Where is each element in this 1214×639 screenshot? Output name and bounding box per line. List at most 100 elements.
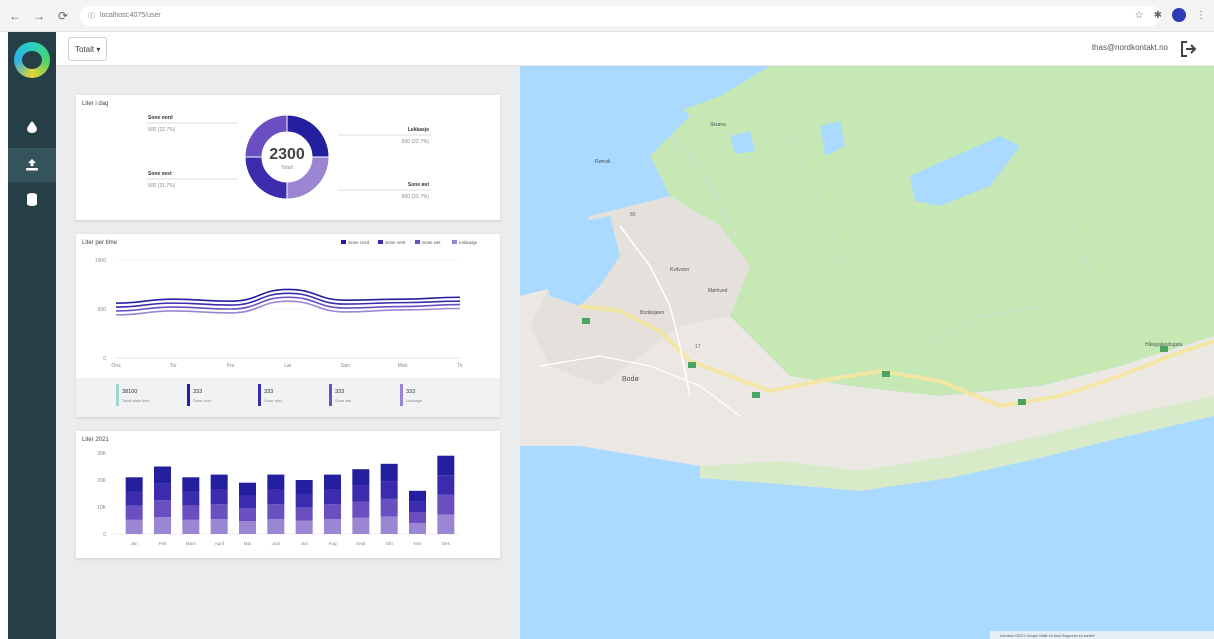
bar-segment[interactable] — [437, 475, 455, 495]
bar-segment[interactable] — [409, 512, 426, 524]
x-tick-label: April — [215, 541, 224, 546]
bar-segment[interactable] — [154, 500, 171, 518]
legend-swatch — [415, 240, 420, 244]
water-drop-icon[interactable] — [8, 110, 56, 144]
bar-segment[interactable] — [267, 504, 285, 520]
upload-icon[interactable] — [8, 148, 56, 182]
legend-label[interactable]: Sone nord — [348, 240, 370, 245]
app-logo[interactable] — [14, 42, 50, 78]
bar-segment[interactable] — [154, 466, 171, 484]
legend-label[interactable]: Sone øst — [422, 240, 441, 245]
x-tick-label: Jan — [130, 541, 138, 546]
bar-segment[interactable] — [380, 481, 398, 499]
donut-label: Sone vest — [148, 171, 172, 177]
bar-segment[interactable] — [380, 516, 398, 534]
extensions-icon[interactable]: ✱ — [1154, 10, 1162, 21]
bar-segment[interactable] — [324, 489, 341, 505]
bar-segment[interactable] — [182, 491, 200, 506]
map-label: Skrøva — [710, 122, 726, 128]
bar-segment[interactable] — [182, 505, 200, 520]
bar-segment[interactable] — [125, 505, 143, 520]
bar-segment[interactable] — [210, 489, 228, 505]
bar-segment[interactable] — [437, 455, 455, 476]
total-dropdown[interactable]: Totalt ▾ — [68, 37, 108, 61]
x-tick-label: Aug — [328, 541, 337, 546]
bar-segment[interactable] — [380, 463, 398, 482]
x-tick-label: Ons — [111, 363, 121, 369]
bar-segment[interactable] — [125, 519, 143, 534]
x-tick-label: Fre — [227, 363, 235, 369]
stat-label: Sone nord — [193, 398, 211, 403]
bar-segment[interactable] — [352, 469, 370, 486]
stat-value: 333 — [335, 389, 344, 395]
bar-segment[interactable] — [239, 495, 256, 509]
bar-segment[interactable] — [437, 494, 455, 515]
map-label: Kvitvann — [670, 267, 689, 273]
bar-segment[interactable] — [239, 482, 256, 496]
hourly-liters-card: Liter per time 1000 500 0 Ons Tor Fre Lør Sø… — [76, 234, 500, 417]
x-tick-label: Des — [442, 541, 451, 546]
bar-segment[interactable] — [324, 504, 341, 520]
bar-segment[interactable] — [182, 519, 200, 534]
bar-segment[interactable] — [295, 520, 313, 535]
database-icon[interactable] — [8, 182, 56, 216]
bar-segment[interactable] — [324, 519, 341, 534]
map-canvas[interactable]: Skrøva Rønvik Kvitvann Bodø Mørkved Bodø… — [520, 66, 1214, 639]
bar-segment[interactable] — [380, 498, 398, 517]
map-view[interactable]: Skrøva Rønvik Kvitvann Bodø Mørkved Bodø… — [520, 66, 1214, 639]
x-tick-label: Man — [398, 363, 408, 369]
bar-segment[interactable] — [295, 493, 313, 508]
bar-segment[interactable] — [352, 501, 370, 518]
bar-segment[interactable] — [125, 477, 143, 492]
x-tick-label: Lør — [284, 363, 292, 369]
bar-segment[interactable] — [210, 474, 228, 490]
x-tick-label: Juni — [272, 541, 280, 546]
logout-icon[interactable] — [1178, 38, 1200, 60]
bar-segment[interactable] — [267, 489, 285, 505]
bar-segment[interactable] — [295, 507, 313, 521]
bar-segment[interactable] — [239, 508, 256, 522]
profile-avatar[interactable] — [1172, 8, 1186, 22]
bookmark-star-icon[interactable]: ☆ — [1135, 10, 1144, 21]
legend-label[interactable]: Lekkasje — [459, 240, 478, 245]
bar-segment[interactable] — [267, 519, 285, 534]
bar-segment[interactable] — [210, 504, 228, 520]
yearly-liters-card: Liter 2021 30K 20K 10K 0 Jan Feb Mars April… — [76, 431, 500, 558]
bar-segment[interactable] — [125, 491, 143, 506]
info-icon[interactable]: ⓘ — [88, 11, 95, 21]
donut-slice[interactable] — [244, 156, 288, 200]
address-bar[interactable]: ⓘ localhost:4075/user — [80, 5, 1160, 26]
bar-segment[interactable] — [437, 514, 455, 534]
bar-segment[interactable] — [154, 483, 171, 501]
bar-segment[interactable] — [409, 501, 426, 513]
donut-sublabel: 500 (22.7%) — [402, 139, 430, 145]
bar-segment[interactable] — [352, 517, 370, 534]
bar-segment[interactable] — [210, 519, 228, 534]
bar-segment[interactable] — [409, 523, 426, 534]
card-title: Liter per time — [82, 240, 118, 246]
donut-slice[interactable] — [286, 156, 330, 200]
bar-segment[interactable] — [267, 474, 285, 490]
stat-color-bar — [400, 384, 403, 406]
legend-swatch — [378, 240, 383, 244]
bar-segment[interactable] — [409, 490, 426, 502]
bar-segment[interactable] — [352, 485, 370, 502]
app-header: Totalt ▾ thas@nordkontakt.no — [56, 32, 1214, 66]
bar-segment[interactable] — [182, 477, 200, 492]
bar-segment[interactable] — [154, 517, 171, 534]
donut-center-label: Totalt — [281, 165, 294, 171]
forward-icon[interactable]: → — [30, 7, 48, 25]
stat-value: 333 — [193, 389, 202, 395]
browser-menu-icon[interactable]: ⋮ — [1196, 10, 1206, 21]
bar-segment[interactable] — [239, 521, 256, 534]
bar-segment[interactable] — [324, 474, 341, 490]
donut-center-value: 2300 — [269, 146, 305, 163]
bar-segment[interactable] — [295, 480, 313, 494]
legend-label[interactable]: Sone vest — [385, 240, 406, 245]
line-series[interactable] — [115, 292, 461, 308]
map-label: Hålogalandsgata — [1145, 341, 1183, 348]
legend-swatch — [341, 240, 346, 244]
back-icon[interactable]: ← — [6, 7, 24, 25]
map-label: Bodøsjøen — [640, 310, 664, 316]
reload-icon[interactable]: ⟳ — [54, 7, 72, 25]
